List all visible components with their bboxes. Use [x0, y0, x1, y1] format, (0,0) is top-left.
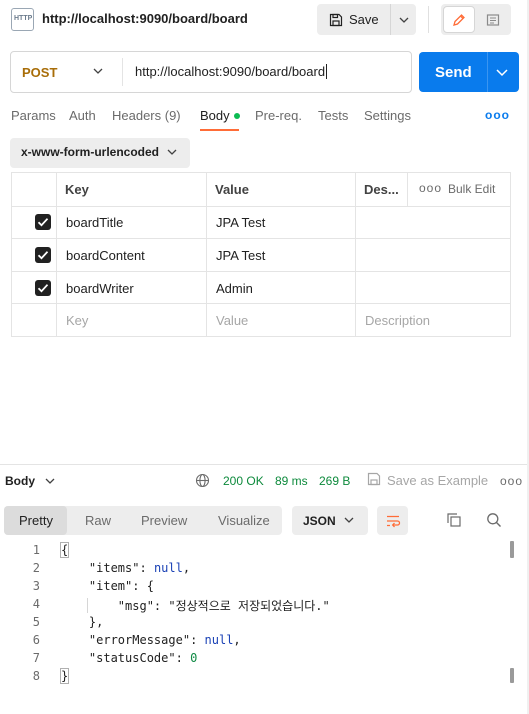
chevron-down-icon[interactable] [92, 65, 104, 77]
tab-preview[interactable]: Preview [141, 513, 187, 528]
tab-pretty[interactable]: Pretty [19, 513, 53, 528]
table-col-divider [407, 172, 408, 206]
checkmark-icon [37, 251, 49, 260]
line-number: 7 [32, 651, 40, 665]
request-tab-title: http://localhost:9090/board/board [42, 11, 248, 26]
param-value[interactable]: Admin [216, 281, 253, 296]
column-header-description: Des... [364, 182, 399, 197]
code-line[interactable]: }, [60, 615, 103, 629]
line-number: 4 [32, 597, 40, 611]
document-icon [486, 13, 500, 26]
response-time[interactable]: 89 ms [275, 474, 308, 488]
save-options-button[interactable] [391, 4, 416, 35]
tab-settings[interactable]: Settings [364, 108, 411, 123]
chevron-down-icon [344, 517, 354, 523]
code-line[interactable]: } [60, 668, 70, 684]
http-request-icon: HTTP [11, 8, 34, 31]
code-line[interactable]: "item": { [60, 579, 154, 593]
response-divider[interactable] [0, 464, 529, 465]
chevron-down-icon[interactable] [44, 475, 56, 487]
table-row-divider [11, 271, 511, 272]
active-indicator-dot [233, 113, 240, 119]
bulk-edit-button[interactable]: Bulk Edit [448, 182, 495, 196]
code-line[interactable]: "statusCode": 0 [60, 651, 197, 665]
response-section-select[interactable]: Body [5, 474, 35, 488]
tab-pre-request[interactable]: Pre-req. [255, 108, 302, 123]
chevron-down-icon [399, 17, 408, 23]
wrap-lines-button[interactable] [377, 506, 408, 535]
new-key-input[interactable]: Key [66, 313, 88, 328]
line-number: 3 [32, 579, 40, 593]
line-number: 6 [32, 633, 40, 647]
chevron-down-icon [167, 149, 177, 155]
send-label: Send [435, 64, 472, 81]
save-as-example-button[interactable]: Save as Example [387, 473, 488, 488]
line-number: 1 [32, 543, 40, 557]
globe-icon[interactable] [195, 473, 210, 488]
line-number: 2 [32, 561, 40, 575]
param-key[interactable]: boardContent [66, 248, 145, 263]
tab-params[interactable]: Params [11, 108, 56, 123]
active-tab-underline [200, 129, 239, 131]
param-key[interactable]: boardTitle [66, 215, 123, 230]
url-input[interactable]: http://localhost:9090/board/board [135, 64, 328, 79]
save-button[interactable]: Save [317, 4, 390, 35]
save-label: Save [349, 12, 379, 27]
param-value[interactable]: JPA Test [216, 248, 265, 263]
checkmark-icon [37, 284, 49, 293]
save-icon [367, 472, 381, 486]
response-size[interactable]: 269 B [319, 474, 350, 488]
tab-tests[interactable]: Tests [318, 108, 348, 123]
save-icon [329, 13, 343, 26]
tab-headers[interactable]: Headers (9) [112, 108, 181, 123]
tab-visualize[interactable]: Visualize [218, 513, 270, 528]
param-value[interactable]: JPA Test [216, 215, 265, 230]
divider [487, 52, 488, 92]
tab-body[interactable]: Body [200, 108, 240, 123]
divider [122, 58, 123, 86]
table-col-divider [355, 172, 356, 337]
table-col-divider [56, 172, 57, 337]
code-line[interactable]: "items": null, [60, 561, 190, 575]
param-key[interactable]: boardWriter [66, 281, 134, 296]
code-line[interactable]: "errorMessage": null, [60, 633, 241, 647]
http-method-select[interactable]: POST [22, 65, 57, 80]
scrollbar-thumb[interactable] [510, 541, 514, 558]
response-options-button[interactable]: ooo [500, 474, 523, 488]
code-line[interactable]: "msg": "정상적으로 저장되었습니다." [60, 597, 330, 614]
chevron-down-icon[interactable] [494, 64, 510, 80]
column-header-key: Key [65, 182, 89, 197]
table-row-divider [11, 303, 511, 304]
wrap-icon [386, 515, 400, 527]
divider [428, 6, 429, 33]
table-options-button[interactable]: ooo [419, 181, 442, 195]
row-checkbox[interactable] [35, 280, 51, 296]
new-description-input[interactable]: Description [365, 313, 430, 328]
pencil-icon [453, 13, 465, 26]
status-code[interactable]: 200 OK [223, 474, 264, 488]
body-type-label: x-www-form-urlencoded [21, 145, 160, 159]
row-checkbox[interactable] [35, 247, 51, 263]
more-options-button[interactable]: ooo [485, 108, 510, 122]
tab-raw[interactable]: Raw [85, 513, 111, 528]
line-number: 5 [32, 615, 40, 629]
table-row-divider [11, 206, 511, 207]
copy-icon[interactable] [446, 512, 462, 528]
format-label: JSON [303, 514, 336, 528]
column-header-value: Value [215, 182, 249, 197]
edit-mode-button[interactable] [443, 6, 475, 33]
row-checkbox[interactable] [35, 214, 51, 230]
tab-auth[interactable]: Auth [69, 108, 96, 123]
code-line[interactable]: { [60, 542, 70, 558]
new-value-input[interactable]: Value [216, 313, 248, 328]
checkmark-icon [37, 218, 49, 227]
table-col-divider [206, 172, 207, 337]
search-icon[interactable] [486, 512, 502, 528]
table-row-divider [11, 238, 511, 239]
scrollbar-thumb[interactable] [510, 668, 514, 683]
documentation-mode-button[interactable] [477, 6, 509, 33]
line-number: 8 [32, 669, 40, 683]
